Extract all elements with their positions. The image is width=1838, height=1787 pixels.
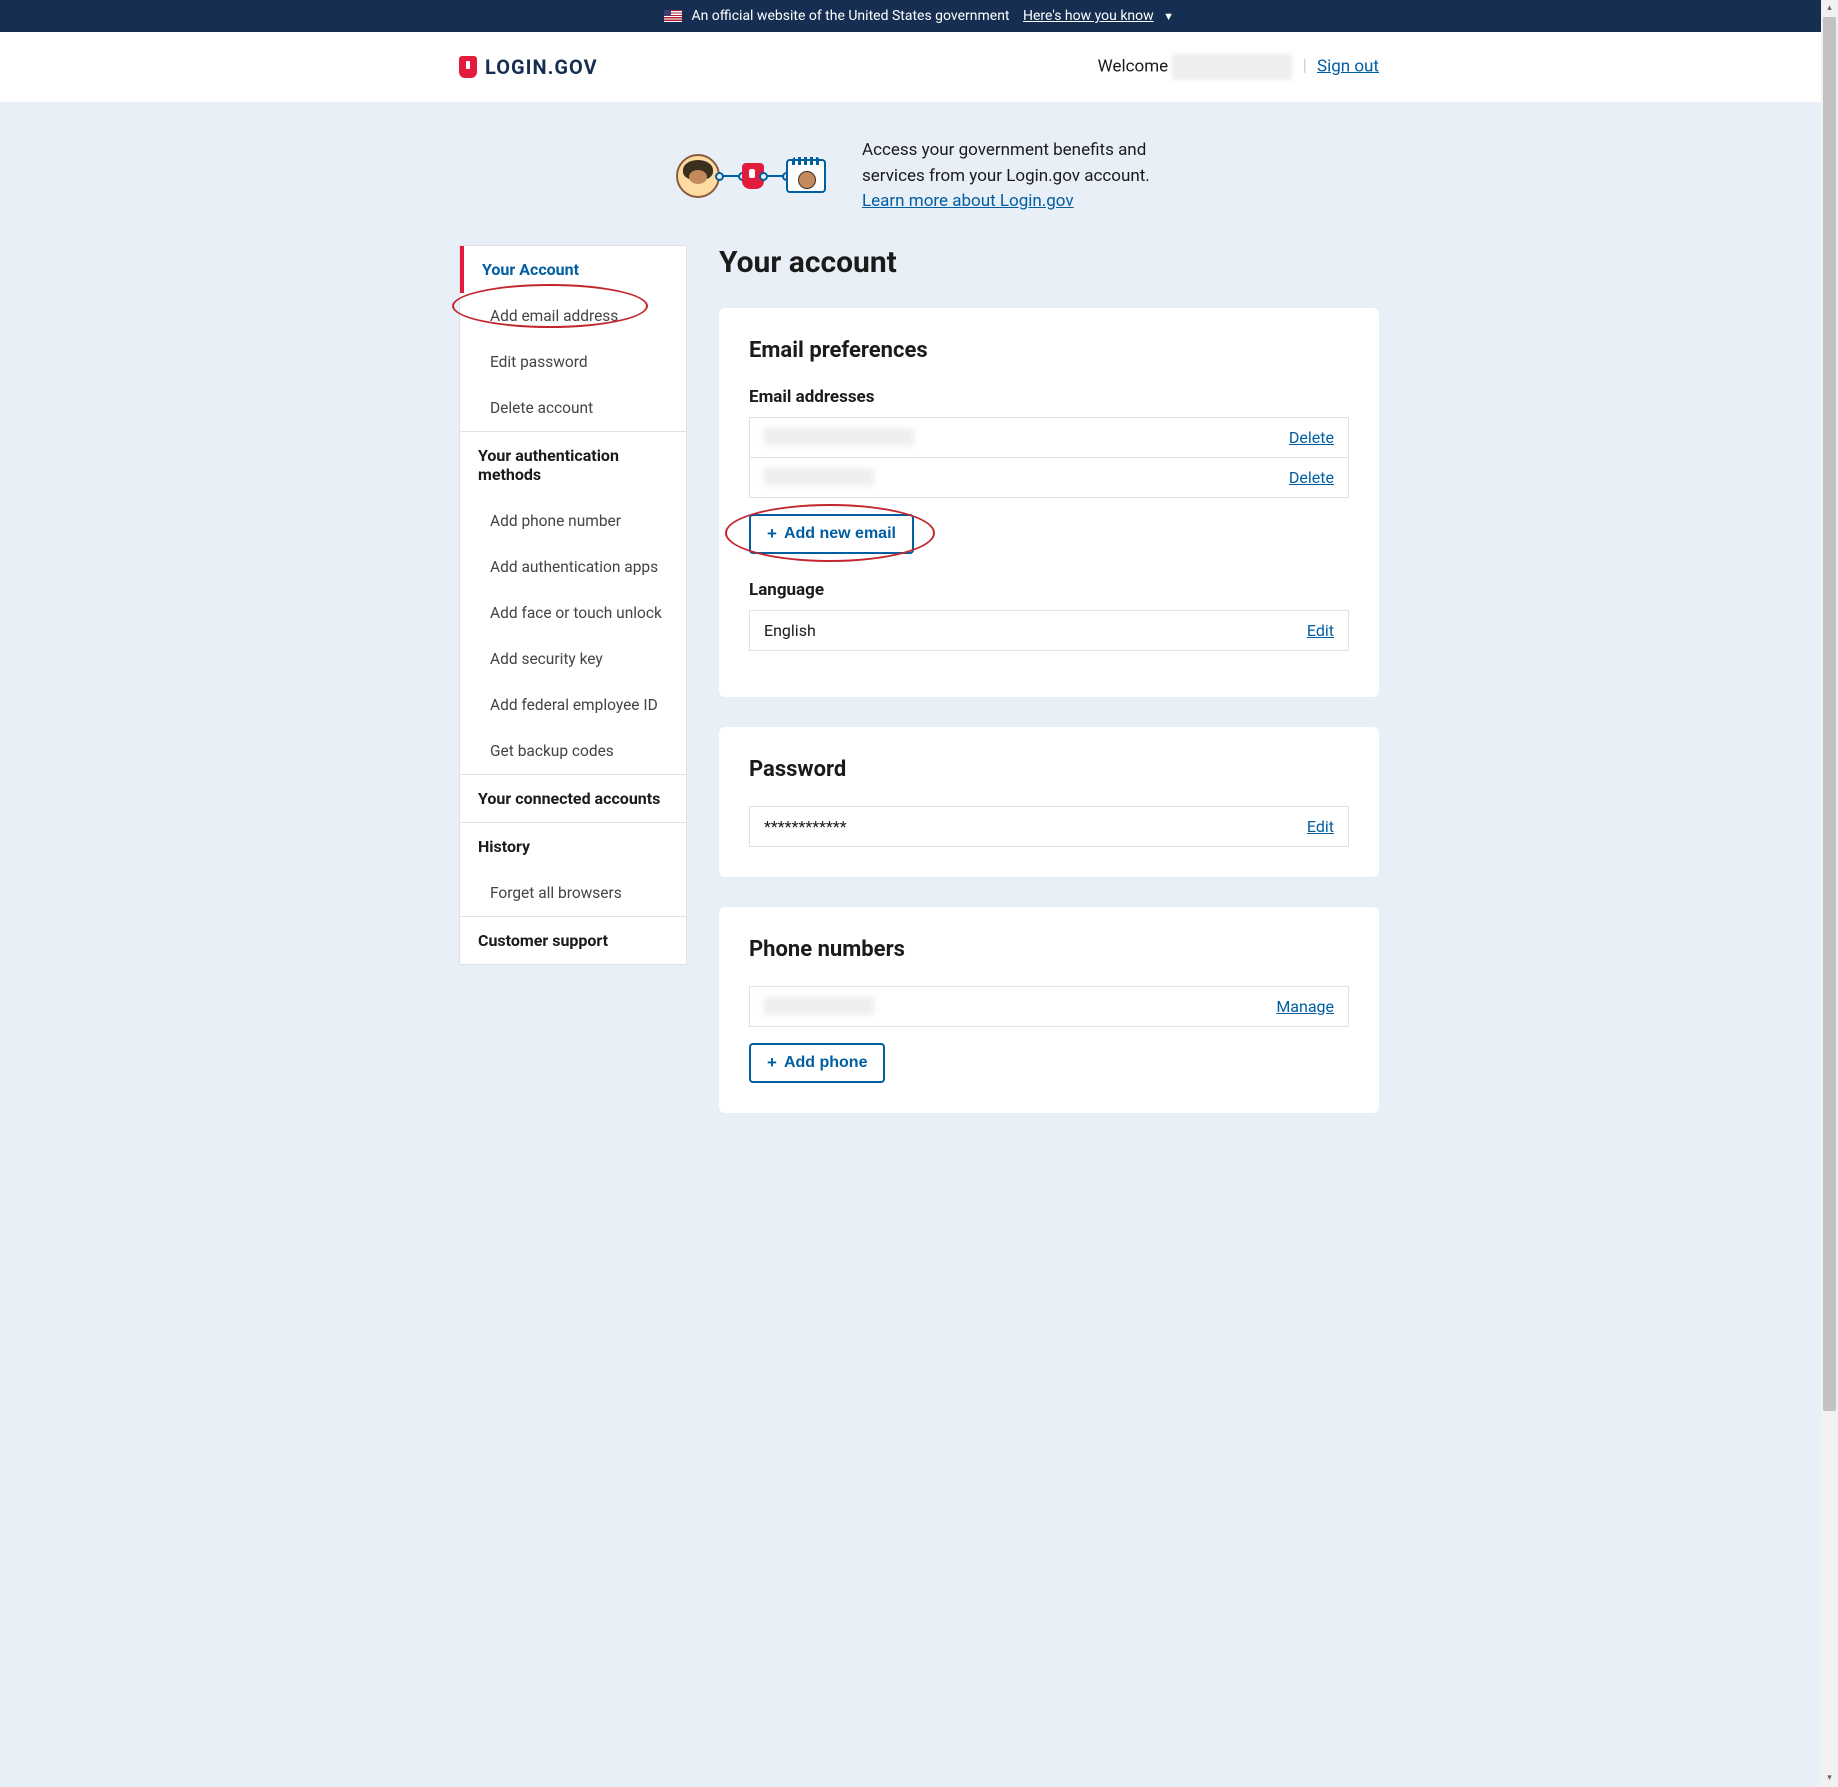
header-user: Welcome | Sign out xyxy=(1098,54,1379,80)
password-row: ************ Edit xyxy=(749,806,1349,847)
username-redacted xyxy=(1172,54,1292,80)
banner-link[interactable]: Here's how you know xyxy=(1023,8,1154,24)
us-flag-icon xyxy=(664,10,682,22)
email-preferences-card: Email preferences Email addresses redact… xyxy=(719,308,1379,697)
id-card-icon xyxy=(786,159,826,193)
phone-numbers-card: Phone numbers redacted phone Manage + Ad… xyxy=(719,907,1379,1113)
sidebar-heading-auth-methods[interactable]: Your authentication methods xyxy=(460,431,686,498)
phone-card-title: Phone numbers xyxy=(749,937,1349,962)
page-title: Your account xyxy=(719,245,1379,280)
add-new-email-button[interactable]: + Add new email xyxy=(749,514,914,554)
delete-email-link[interactable]: Delete xyxy=(1289,468,1334,487)
person-icon xyxy=(676,154,720,198)
add-phone-label: Add phone xyxy=(784,1054,868,1072)
sidebar-item-add-auth-apps[interactable]: Add authentication apps xyxy=(460,544,686,590)
edit-password-link[interactable]: Edit xyxy=(1307,817,1334,836)
sidebar-item-edit-password[interactable]: Edit password xyxy=(460,339,686,385)
plus-icon: + xyxy=(767,524,777,544)
scroll-down-button[interactable]: ▾ xyxy=(1821,1770,1838,1787)
site-header: LOGIN.GOV Welcome | Sign out xyxy=(0,32,1838,102)
email-row: redacted email Delete xyxy=(750,458,1348,497)
sidebar-item-backup-codes[interactable]: Get backup codes xyxy=(460,728,686,774)
intro-text: Access your government benefits and serv… xyxy=(862,140,1150,186)
learn-more-link[interactable]: Learn more about Login.gov xyxy=(862,191,1074,211)
main-content: Your account Email preferences Email add… xyxy=(719,245,1379,1143)
sidebar-heading-your-account[interactable]: Your Account xyxy=(460,246,686,293)
intro-graphic xyxy=(676,154,826,198)
shield-icon xyxy=(459,56,477,78)
sidebar-nav: Your Account Add email address Edit pass… xyxy=(459,245,687,965)
password-card-title: Password xyxy=(749,757,1349,782)
add-email-label: Add new email xyxy=(784,525,896,543)
scrollbar-thumb[interactable] xyxy=(1823,17,1836,1411)
connector-line-icon xyxy=(720,175,742,177)
gov-banner: An official website of the United States… xyxy=(0,0,1838,32)
logo-text: LOGIN.GOV xyxy=(485,55,598,79)
sidebar-item-forget-browsers[interactable]: Forget all browsers xyxy=(460,870,686,916)
sidebar-item-add-face-touch[interactable]: Add face or touch unlock xyxy=(460,590,686,636)
password-card: Password ************ Edit xyxy=(719,727,1379,877)
sidebar-item-add-federal-id[interactable]: Add federal employee ID xyxy=(460,682,686,728)
edit-language-link[interactable]: Edit xyxy=(1307,621,1334,640)
email-value-redacted: redacted email xyxy=(764,468,874,486)
sidebar-item-delete-account[interactable]: Delete account xyxy=(460,385,686,431)
add-phone-button[interactable]: + Add phone xyxy=(749,1043,885,1083)
password-value: ************ xyxy=(764,817,847,836)
sidebar-item-add-email[interactable]: Add email address xyxy=(460,293,686,339)
scrollbar[interactable]: ▴ ▾ xyxy=(1821,0,1838,1787)
sidebar-item-add-phone[interactable]: Add phone number xyxy=(460,498,686,544)
sidebar-heading-connected[interactable]: Your connected accounts xyxy=(460,774,686,822)
manage-phone-link[interactable]: Manage xyxy=(1276,997,1334,1016)
sidebar-heading-support[interactable]: Customer support xyxy=(460,916,686,964)
email-row: redacted email one Delete xyxy=(750,418,1348,458)
language-heading: Language xyxy=(749,580,1349,600)
welcome-label: Welcome xyxy=(1098,56,1169,76)
delete-email-link[interactable]: Delete xyxy=(1289,428,1334,447)
plus-icon: + xyxy=(767,1053,777,1073)
sidebar-heading-history[interactable]: History xyxy=(460,822,686,870)
phone-row: redacted phone Manage xyxy=(749,986,1349,1027)
logo[interactable]: LOGIN.GOV xyxy=(459,55,598,79)
phone-value-redacted: redacted phone xyxy=(764,997,874,1015)
email-card-title: Email preferences xyxy=(749,338,1349,363)
chevron-down-icon: ▼ xyxy=(1163,10,1174,23)
intro-section: Access your government benefits and serv… xyxy=(459,102,1379,245)
banner-text: An official website of the United States… xyxy=(691,8,1009,24)
language-value: English xyxy=(764,621,816,640)
email-list: redacted email one Delete redacted email… xyxy=(749,417,1349,498)
scroll-up-button[interactable]: ▴ xyxy=(1821,0,1838,17)
email-value-redacted: redacted email one xyxy=(764,428,914,446)
language-row: English Edit xyxy=(749,610,1349,651)
sign-out-link[interactable]: Sign out xyxy=(1317,56,1379,76)
email-addresses-heading: Email addresses xyxy=(749,387,1349,407)
sidebar-item-add-security-key[interactable]: Add security key xyxy=(460,636,686,682)
connector-line-icon xyxy=(764,175,786,177)
